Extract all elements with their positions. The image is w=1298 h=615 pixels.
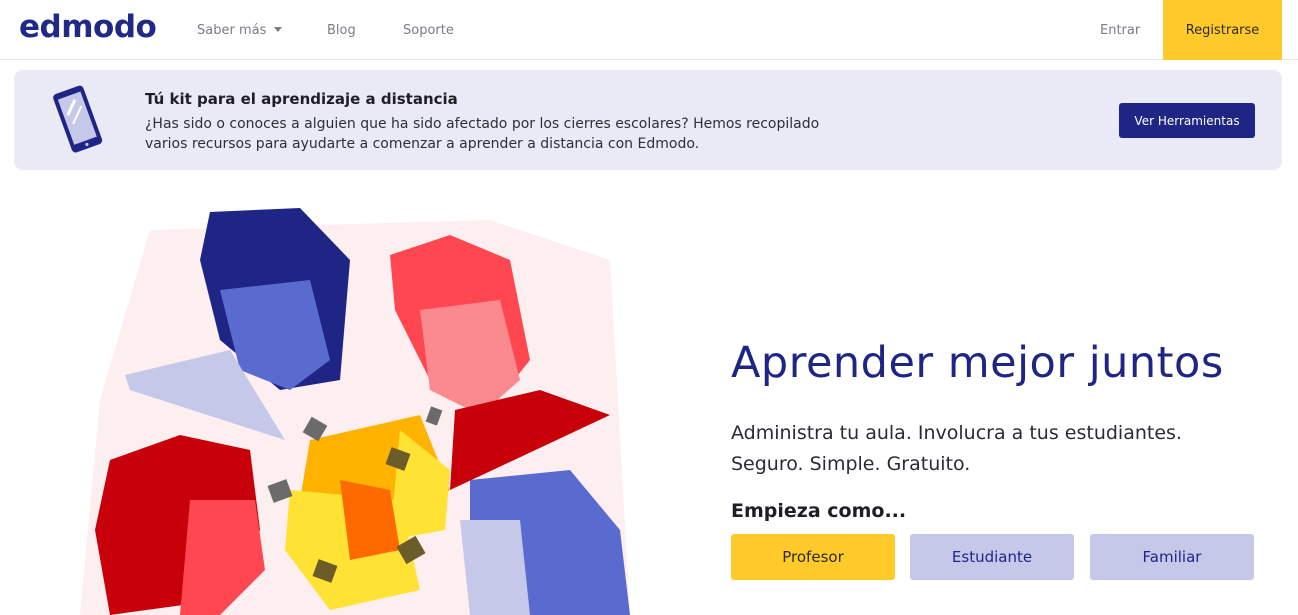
top-navigation: edmodo Saber más Blog Soporte Entrar Reg… — [0, 0, 1298, 60]
hero-subtitle: Administra tu aula. Involucra a tus estu… — [731, 422, 1182, 475]
chevron-down-icon — [274, 27, 283, 32]
phone-icon — [53, 85, 103, 153]
banner-title: Tú kit para el aprendizaje a distancia — [145, 90, 458, 108]
person-face-blue-bottom — [460, 520, 530, 615]
banner-description: ¿Has sido o conoces a alguien que ha sid… — [145, 116, 820, 152]
parent-button[interactable]: Familiar — [1090, 534, 1254, 580]
nav-blog[interactable]: Blog — [327, 23, 356, 38]
student-button[interactable]: Estudiante — [910, 534, 1074, 580]
register-button[interactable]: Registrarse — [1163, 0, 1282, 60]
view-tools-button[interactable]: Ver Herramientas — [1119, 103, 1255, 138]
login-link[interactable]: Entrar — [1100, 23, 1140, 38]
nav-saber-mas[interactable]: Saber más — [197, 23, 283, 38]
teacher-button[interactable]: Profesor — [731, 534, 895, 580]
distance-learning-banner: Tú kit para el aprendizaje a distancia ¿… — [14, 70, 1282, 170]
start-as-label: Empieza como... — [731, 500, 907, 522]
nav-saber-mas-label: Saber más — [197, 23, 267, 38]
nav-soporte[interactable]: Soporte — [403, 23, 454, 38]
hero-title: Aprender mejor juntos — [731, 338, 1224, 388]
hero-illustration — [80, 208, 630, 615]
edmodo-logo[interactable]: edmodo — [19, 9, 157, 45]
